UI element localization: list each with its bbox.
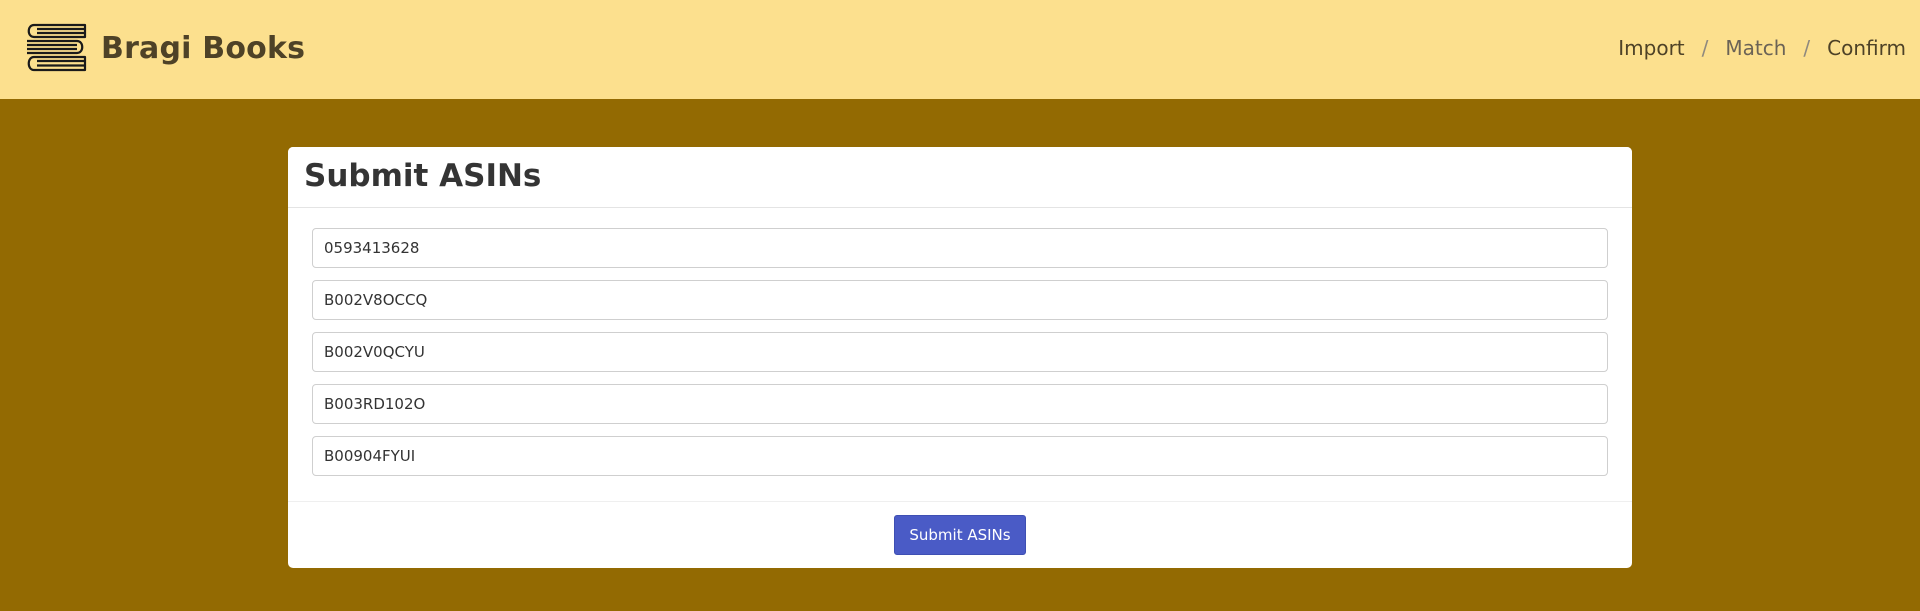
brand-name: Bragi Books — [101, 30, 306, 66]
submit-asins-card: Submit ASINs Submit ASINs — [288, 147, 1632, 568]
breadcrumb-import[interactable]: Import — [1618, 36, 1684, 60]
card-title: Submit ASINs — [304, 158, 542, 194]
card-footer: Submit ASINs — [288, 502, 1632, 568]
asin-input[interactable] — [312, 384, 1608, 424]
brand-link[interactable]: Bragi Books — [24, 22, 305, 74]
navbar: Bragi Books Import / Match / Confirm — [0, 0, 1920, 99]
asin-input[interactable] — [312, 332, 1608, 372]
breadcrumb-match: Match — [1725, 36, 1787, 60]
asin-input-list — [288, 208, 1632, 502]
card-header: Submit ASINs — [288, 147, 1632, 208]
breadcrumb-confirm[interactable]: Confirm — [1827, 36, 1906, 60]
asin-input[interactable] — [312, 228, 1608, 268]
breadcrumb: Import / Match / Confirm — [1618, 36, 1906, 60]
asin-input[interactable] — [312, 280, 1608, 320]
breadcrumb-separator: / — [1803, 36, 1811, 60]
book-stack-icon — [27, 23, 87, 72]
breadcrumb-separator: / — [1701, 36, 1709, 60]
submit-asins-button[interactable]: Submit ASINs — [894, 515, 1026, 555]
asin-input[interactable] — [312, 436, 1608, 476]
